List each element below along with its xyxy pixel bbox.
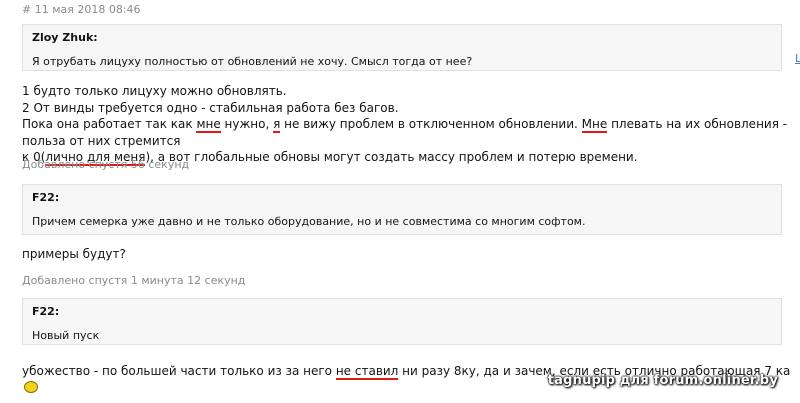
quote-text: Я отрубать лицуху полностью от обновлени…	[32, 55, 473, 68]
message-line: Пока она работает так как мне нужно, я н…	[22, 116, 792, 149]
quote-block-3: F22: Новый пуск	[22, 298, 782, 345]
smiley-icon	[24, 380, 38, 393]
quote-text: Новый пуск	[32, 329, 100, 342]
underlined-text: Мне	[581, 117, 608, 133]
quote-block-1: Zloy Zhuk: Я отрубать лицуху полностью о…	[22, 24, 782, 71]
message-text-1: 1 будто только лицуху можно обновлять. 2…	[22, 83, 792, 166]
added-later-note: Добавлено спустя 1 минута 12 секунд	[22, 274, 246, 287]
underlined-text: мне	[196, 117, 221, 133]
added-later-note: Добавлено спустя 56 секунд	[22, 158, 190, 171]
text-fragment: не вижу проблем в отключенном обновлении…	[280, 117, 582, 131]
message-text-2: примеры будут?	[22, 247, 126, 261]
post-header: # 11 мая 2018 08:46	[22, 3, 141, 16]
underlined-text: не ставил	[335, 364, 399, 380]
watermark: tagnupip для forum.onliner.by	[547, 373, 778, 388]
message-line: 2 От винды требуется одно - стабильная р…	[22, 100, 399, 115]
message-line: 1 будто только лицуху можно обновлять.	[22, 84, 287, 98]
side-link[interactable]: L	[795, 52, 800, 65]
text-fragment: убожество - по большей части только из з…	[22, 364, 336, 378]
text-fragment: Пока она работает так как	[22, 117, 197, 131]
quote-block-2: F22: Причем семерка уже давно и не тольк…	[22, 184, 782, 235]
quote-author[interactable]: Zloy Zhuk:	[32, 31, 772, 45]
quote-author[interactable]: F22:	[32, 305, 772, 319]
quote-author[interactable]: F22:	[32, 191, 772, 205]
text-fragment: ), а вот глобальные обновы могут создать…	[145, 150, 638, 164]
quote-text: Причем семерка уже давно и не только обо…	[32, 215, 586, 228]
text-fragment: нужно,	[220, 117, 274, 131]
